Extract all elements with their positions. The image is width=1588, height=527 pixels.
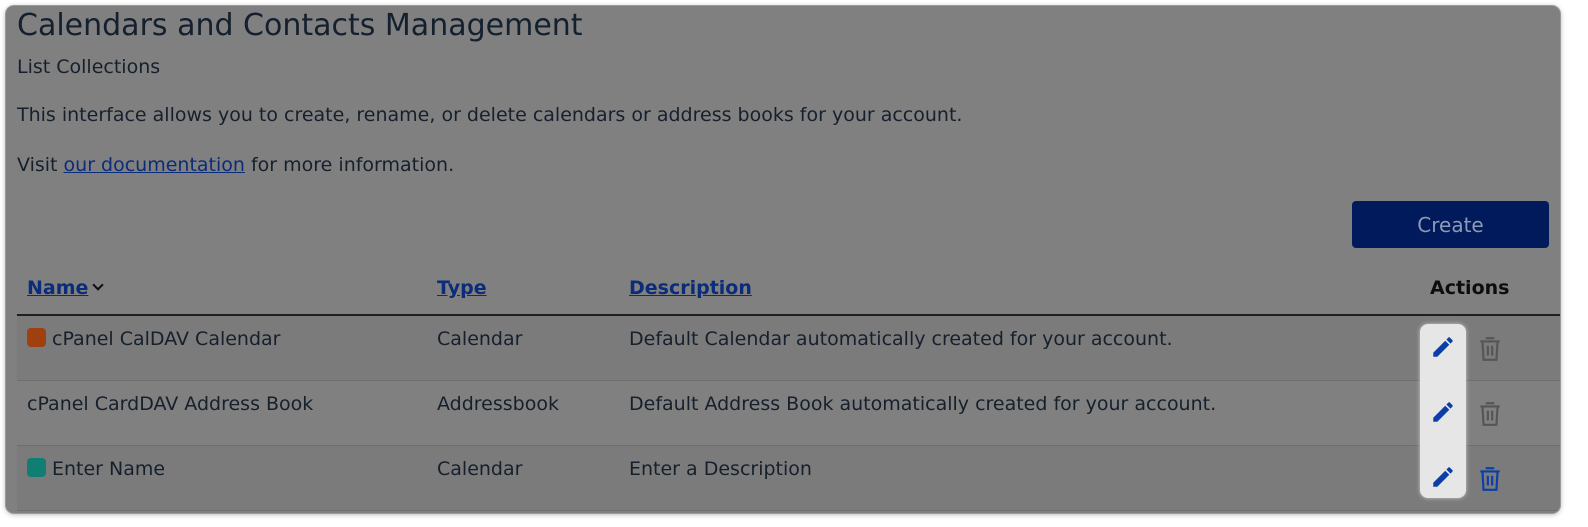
column-header-description[interactable]: Description — [629, 277, 752, 299]
column-header-name[interactable]: Name — [27, 277, 105, 299]
column-header-actions: Actions — [1430, 277, 1510, 299]
description-cell: Default Address Book automatically creat… — [629, 393, 1217, 415]
name-cell: cPanel CalDAV Calendar — [27, 328, 280, 350]
description-cell: Default Calendar automatically created f… — [629, 328, 1173, 350]
table-row: cPanel CardDAV Address Book Addressbook … — [17, 381, 1560, 446]
create-button[interactable]: Create — [1352, 201, 1549, 248]
type-cell: Addressbook — [437, 393, 559, 415]
documentation-link[interactable]: our documentation — [64, 154, 245, 176]
documentation-line: Visit our documentation for more informa… — [17, 154, 454, 176]
type-cell: Calendar — [437, 458, 523, 480]
edit-button[interactable] — [1426, 330, 1460, 364]
trash-icon — [1480, 467, 1500, 491]
delete-button[interactable] — [1473, 397, 1507, 431]
pencil-icon — [1433, 467, 1453, 487]
page-subtitle: List Collections — [17, 56, 161, 78]
collection-name: Enter Name — [52, 458, 166, 480]
collection-name: cPanel CalDAV Calendar — [52, 328, 281, 350]
calendar-color-swatch — [27, 328, 46, 347]
sort-by-description-link[interactable]: Description — [629, 277, 752, 299]
table-row: cPanel CalDAV Calendar Calendar Default … — [17, 316, 1560, 381]
page-title: Calendars and Contacts Management — [17, 8, 583, 43]
name-cell: cPanel CardDAV Address Book — [27, 393, 313, 415]
sort-by-type-link[interactable]: Type — [437, 277, 487, 299]
calendar-color-swatch — [27, 458, 46, 477]
sort-by-name-link[interactable]: Name — [27, 277, 88, 299]
table-row: Enter Name Calendar Enter a Description — [17, 446, 1560, 511]
type-cell: Calendar — [437, 328, 523, 350]
doc-prefix: Visit — [17, 154, 64, 176]
pencil-icon — [1433, 337, 1453, 357]
edit-button[interactable] — [1426, 460, 1460, 494]
page-description: This interface allows you to create, ren… — [17, 104, 963, 126]
name-cell: Enter Name — [27, 458, 165, 480]
delete-button[interactable] — [1473, 332, 1507, 366]
trash-icon — [1480, 402, 1500, 426]
column-header-type[interactable]: Type — [437, 277, 487, 299]
doc-suffix: for more information. — [244, 154, 455, 176]
collection-name: cPanel CardDAV Address Book — [27, 393, 314, 415]
dialog-frame: Calendars and Contacts Management List C… — [6, 6, 1560, 513]
trash-icon — [1480, 337, 1500, 361]
pencil-icon — [1433, 402, 1453, 422]
description-cell: Enter a Description — [629, 458, 812, 480]
edit-button[interactable] — [1426, 395, 1460, 429]
delete-button[interactable] — [1473, 462, 1507, 496]
chevron-down-icon — [92, 279, 105, 291]
